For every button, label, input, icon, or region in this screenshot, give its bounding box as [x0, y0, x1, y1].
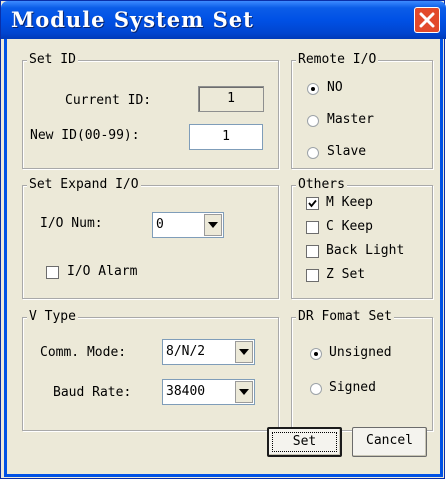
io-num-value: 0 — [156, 217, 164, 232]
baud-rate-select[interactable]: 38400 — [162, 379, 255, 405]
radio-remote-master-label[interactable]: Master — [327, 112, 374, 127]
radio-remote-slave-label[interactable]: Slave — [327, 144, 366, 159]
radio-remote-slave[interactable] — [307, 147, 319, 159]
set-expand-legend: Set Expand I/O — [27, 177, 141, 193]
radio-remote-master[interactable] — [307, 115, 319, 127]
cancel-button-label: Cancel — [366, 433, 413, 448]
chevron-down-icon — [239, 389, 249, 395]
comm-mode-value: 8/N/2 — [166, 344, 206, 359]
io-alarm-checkbox[interactable] — [46, 266, 59, 279]
v-type-group: V Type Comm. Mode: 8/N/2 Baud Rate: 3840… — [22, 309, 279, 431]
baud-rate-value: 38400 — [166, 384, 206, 399]
set-button-label: Set — [292, 434, 317, 449]
set-button[interactable]: Set — [267, 427, 342, 457]
io-num-select[interactable]: 0 — [152, 212, 224, 238]
checkbox-back-light-label[interactable]: Back Light — [326, 243, 404, 258]
chevron-down-icon — [208, 222, 218, 228]
checkbox-c-keep-label[interactable]: C Keep — [326, 219, 373, 234]
title-bar[interactable]: Module System Set — [1, 1, 446, 39]
new-id-label: New ID(00-99): — [30, 128, 140, 143]
dr-format-legend: DR Fomat Set — [296, 309, 394, 325]
chevron-down-icon — [239, 349, 249, 355]
comm-mode-label: Comm. Mode: — [40, 345, 127, 360]
io-alarm-label[interactable]: I/O Alarm — [67, 264, 137, 279]
radio-dr-unsigned[interactable] — [310, 348, 322, 360]
close-button[interactable] — [414, 7, 440, 33]
new-id-input[interactable]: 1 — [189, 124, 263, 150]
set-expand-group: Set Expand I/O I/O Num: 0 I/O Alarm — [22, 177, 279, 299]
window-title: Module System Set — [11, 7, 254, 32]
close-icon — [419, 12, 435, 28]
io-num-label: I/O Num: — [40, 216, 103, 231]
remote-io-group: Remote I/O NO Master Slave — [291, 52, 433, 169]
dialog-window: Module System Set Set ID Current ID: 1 N… — [0, 0, 446, 479]
cancel-button[interactable]: Cancel — [352, 427, 427, 457]
checkmark-icon — [308, 199, 317, 208]
others-group: Others M Keep C Keep Back Light Z Set — [291, 177, 433, 299]
others-legend: Others — [296, 177, 347, 193]
radio-remote-no-label[interactable]: NO — [327, 80, 343, 95]
set-id-group: Set ID Current ID: 1 New ID(00-99): 1 — [22, 52, 279, 169]
dr-format-group: DR Fomat Set Unsigned Signed — [291, 309, 433, 431]
current-id-field: 1 — [198, 86, 264, 112]
checkbox-back-light[interactable] — [306, 245, 319, 258]
current-id-label: Current ID: — [65, 93, 152, 108]
checkbox-z-set-label[interactable]: Z Set — [326, 267, 365, 282]
io-num-dropdown-button[interactable] — [204, 214, 222, 236]
set-id-legend: Set ID — [27, 52, 78, 68]
baud-rate-label: Baud Rate: — [53, 385, 132, 400]
checkbox-m-keep[interactable] — [306, 197, 319, 210]
checkbox-c-keep[interactable] — [306, 221, 319, 234]
checkbox-m-keep-label[interactable]: M Keep — [326, 195, 373, 210]
comm-mode-select[interactable]: 8/N/2 — [162, 339, 255, 365]
dialog-body: Set ID Current ID: 1 New ID(00-99): 1 Re… — [4, 39, 443, 477]
radio-dr-unsigned-label[interactable]: Unsigned — [329, 345, 392, 360]
remote-io-legend: Remote I/O — [296, 52, 379, 68]
checkbox-z-set[interactable] — [306, 269, 319, 282]
comm-mode-dropdown-button[interactable] — [235, 341, 253, 363]
radio-remote-no[interactable] — [307, 83, 319, 95]
v-type-legend: V Type — [27, 309, 78, 325]
baud-rate-dropdown-button[interactable] — [235, 381, 253, 403]
radio-dr-signed[interactable] — [310, 383, 322, 395]
radio-dr-signed-label[interactable]: Signed — [329, 380, 376, 395]
